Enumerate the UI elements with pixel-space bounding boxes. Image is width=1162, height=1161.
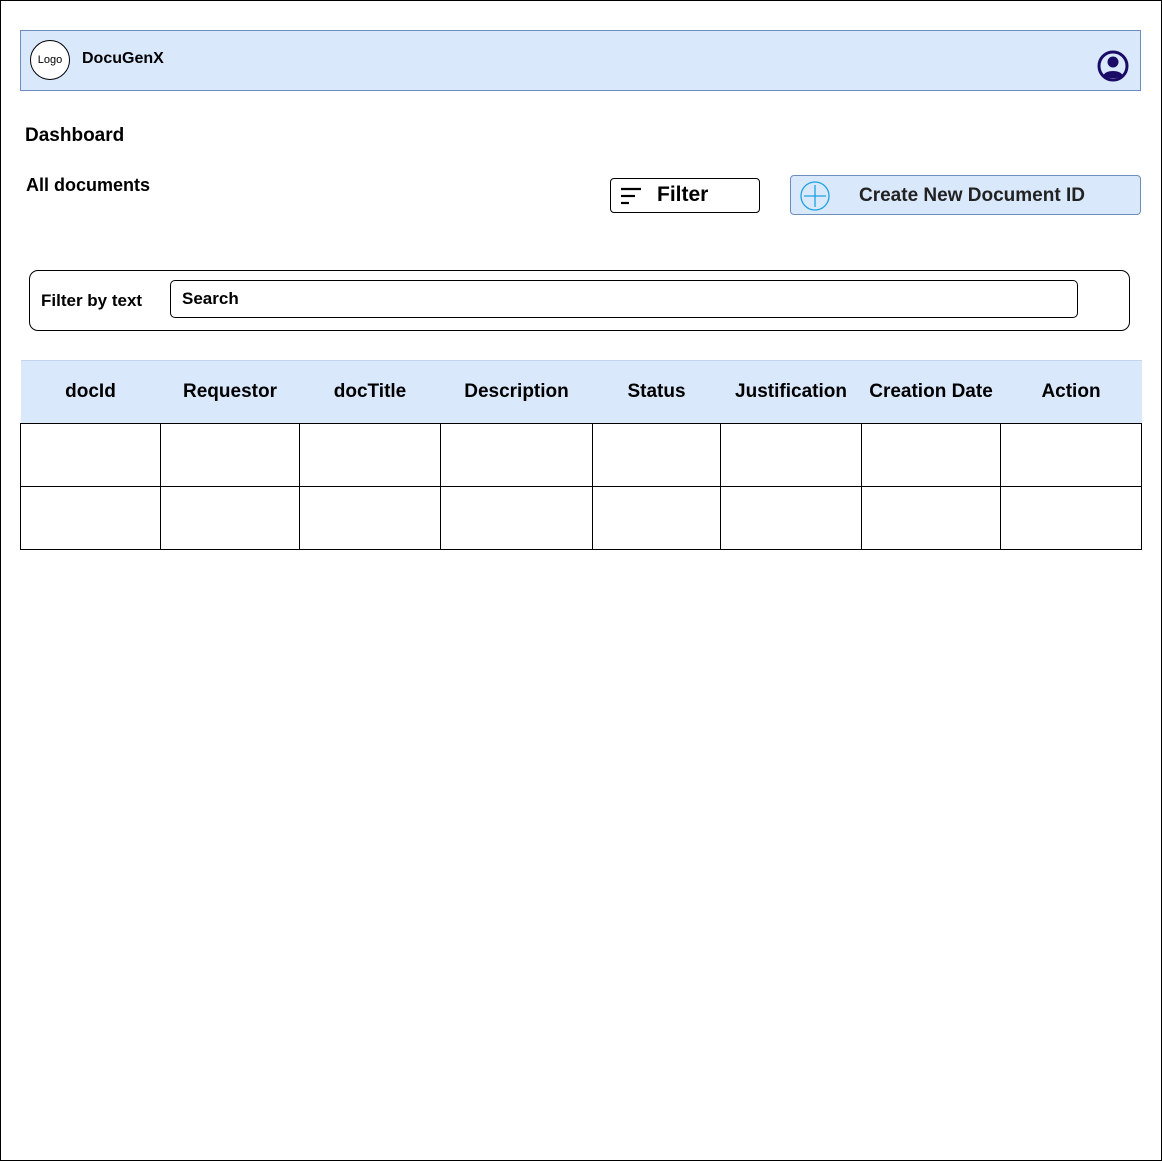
table-cell — [592, 423, 721, 487]
column-header-action[interactable]: Action — [1000, 360, 1142, 424]
table-cell — [299, 486, 441, 550]
section-title: All documents — [26, 175, 151, 195]
column-header-description[interactable]: Description — [440, 360, 593, 424]
search-panel: Filter by text — [29, 270, 1130, 331]
filter-button[interactable]: Filter — [610, 178, 760, 213]
table-row[interactable] — [20, 423, 1142, 487]
table-cell — [20, 486, 161, 550]
table-row[interactable] — [20, 486, 1142, 550]
column-header-status[interactable]: Status — [592, 360, 721, 424]
create-document-button[interactable]: Create New Document ID — [790, 175, 1141, 215]
column-header-creation-date[interactable]: Creation Date — [861, 360, 1001, 424]
page-title: Dashboard — [25, 125, 125, 146]
documents-table: docId Requestor docTitle Description Sta… — [20, 360, 1142, 550]
table-cell — [720, 486, 862, 550]
logo[interactable]: Logo — [30, 40, 70, 80]
table-cell — [160, 486, 300, 550]
table-cell — [440, 423, 593, 487]
column-header-justification[interactable]: Justification — [720, 360, 862, 424]
app-name: DocuGenX — [82, 50, 164, 67]
table-cell — [160, 423, 300, 487]
column-header-requestor[interactable]: Requestor — [160, 360, 300, 424]
table-cell — [299, 423, 441, 487]
table-cell — [861, 486, 1001, 550]
table-cell — [20, 423, 161, 487]
table-cell — [720, 423, 862, 487]
table-cell — [861, 423, 1001, 487]
plus-circle-icon — [800, 181, 830, 211]
create-button-label: Create New Document ID — [859, 185, 1085, 206]
table-cell — [592, 486, 721, 550]
search-input[interactable] — [170, 280, 1078, 318]
column-header-doctitle[interactable]: docTitle — [299, 360, 441, 424]
column-header-docid[interactable]: docId — [20, 360, 161, 424]
filter-lines-icon — [621, 187, 641, 205]
search-label: Filter by text — [41, 291, 143, 310]
filter-button-label: Filter — [657, 183, 709, 206]
user-avatar-icon[interactable] — [1097, 50, 1129, 82]
table-cell[interactable] — [1000, 423, 1142, 487]
table-cell — [440, 486, 593, 550]
app-header: Logo DocuGenX — [20, 30, 1141, 91]
table-header-row: docId Requestor docTitle Description Sta… — [20, 360, 1142, 424]
table-cell[interactable] — [1000, 486, 1142, 550]
